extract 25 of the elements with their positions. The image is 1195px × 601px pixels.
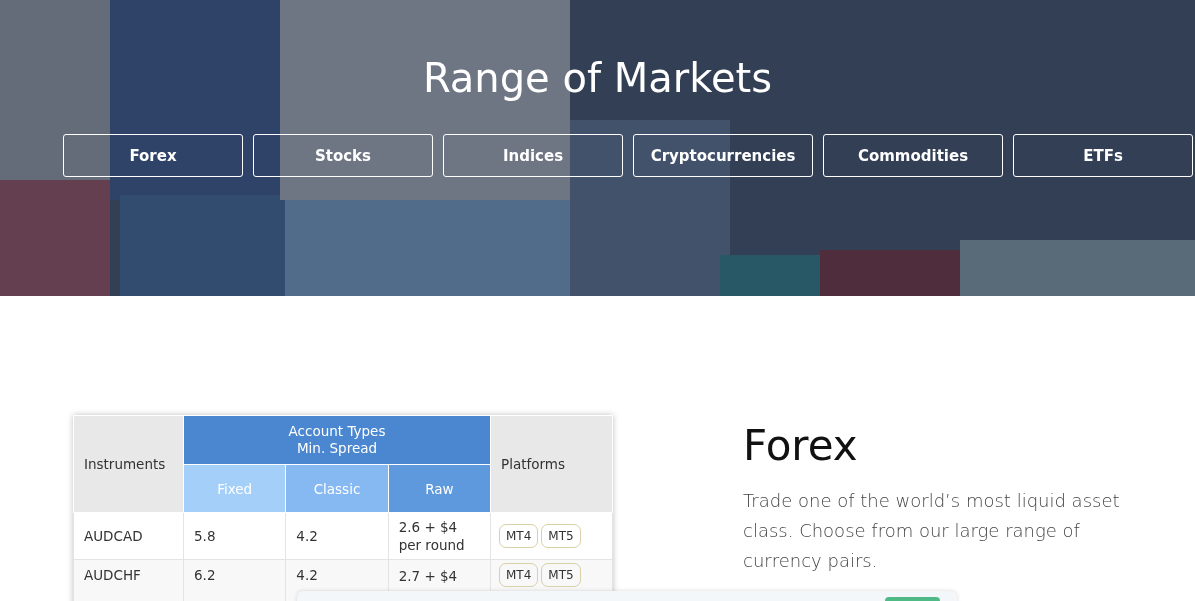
table-cell: 2.6 + $4 per round: [388, 512, 491, 560]
platform-tag: MT4: [499, 563, 539, 587]
column-header: Platforms: [490, 415, 613, 513]
table-cell: 6.2: [183, 559, 286, 601]
section-heading: Forex: [743, 421, 859, 470]
market-tab[interactable]: Commodities: [823, 134, 1003, 177]
column-header: Fixed: [183, 464, 286, 513]
market-tab[interactable]: Cryptocurrencies: [633, 134, 813, 177]
table-cell: AUDCHF: [73, 559, 184, 601]
market-tab[interactable]: ETFs: [1013, 134, 1193, 177]
platform-tag: MT5: [541, 563, 581, 587]
table-cell: 5.8: [183, 512, 286, 560]
table-cell: 4.2: [285, 512, 389, 560]
market-tab[interactable]: Indices: [443, 134, 623, 177]
table-cell: AUDCAD: [73, 512, 184, 560]
page-title: Range of Markets: [422, 54, 773, 103]
column-header: Raw: [388, 464, 491, 513]
market-tab[interactable]: Stocks: [253, 134, 433, 177]
market-tab[interactable]: Forex: [63, 134, 243, 177]
column-header: Instruments: [73, 415, 184, 513]
column-header: Classic: [285, 464, 389, 513]
section-description: Trade one of the world’s most liquid asset class. Choose from our large range of currency pairs.: [743, 489, 1121, 573]
platform-tag: MT5: [541, 524, 581, 548]
column-header: Account Types Min. Spread: [183, 415, 491, 465]
platform-tag: MT4: [499, 524, 539, 548]
